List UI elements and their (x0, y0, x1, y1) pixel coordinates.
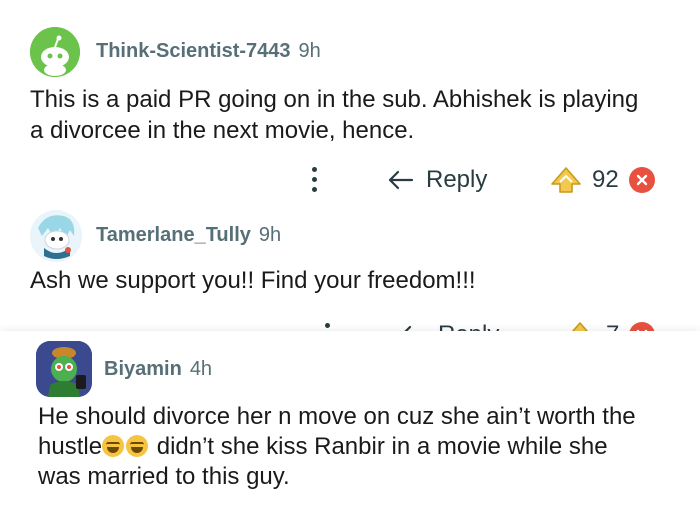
comment-age: 4h (189, 358, 213, 380)
vote-controls: 92 (550, 166, 655, 194)
comment-body-line: He should divorce her n move on cuz she … (38, 403, 636, 430)
reply-arrow-icon (388, 170, 414, 190)
upvote-icon[interactable] (550, 166, 582, 194)
comment-body-line: Ash we support you!! Find your freedom!!… (30, 267, 476, 294)
grinning-sweat-emoji-icon (102, 435, 125, 457)
comment-actions: Reply 92 (0, 160, 700, 200)
reply-label: Reply (438, 321, 499, 331)
upvote-icon[interactable] (564, 321, 596, 331)
snoo-avatar-icon (30, 210, 82, 262)
reply-arrow-icon (404, 325, 412, 331)
comment-body: This is a paid PR going on in the sub. A… (30, 84, 690, 146)
reply-button[interactable]: Reply (386, 166, 487, 194)
vote-score: 7 (606, 321, 619, 331)
downvote-icon[interactable] (629, 322, 656, 331)
comment-body-line: a divorcee in the next movie, hence. (30, 117, 415, 144)
comment-1: Think-Scientist-7443 9h This is a paid P… (0, 0, 700, 200)
vote-score: 92 (592, 166, 619, 193)
comment-author[interactable]: Biyamin (104, 358, 182, 381)
comment-3: Biyamin 4h He should divorce her n move … (0, 331, 700, 514)
vote-controls: 7 (564, 321, 656, 331)
comment-body-line: This is a paid PR going on in the sub. A… (30, 86, 639, 113)
downvote-icon[interactable] (628, 167, 655, 193)
comment-2: Tamerlane_Tully 9h Ash we support you!! … (0, 200, 700, 340)
snoo-avatar-icon (30, 27, 80, 77)
avatar[interactable] (36, 341, 92, 397)
reply-label: Reply (426, 166, 488, 193)
comment-body-fragment: hustle (38, 433, 103, 460)
comment-actions: Reply 7 (0, 317, 700, 331)
comment-age: 9h (258, 224, 282, 246)
avatar[interactable] (30, 27, 80, 77)
comment-body-line: was married to this guy. (38, 463, 290, 490)
grinning-sweat-emoji-icon (126, 435, 149, 457)
comment-author[interactable]: Tamerlane_Tully (96, 224, 251, 247)
more-options-icon[interactable] (309, 167, 319, 192)
comment-body: He should divorce her n move on cuz she … (38, 402, 698, 492)
snoo-avatar-icon (36, 341, 92, 397)
comment-body-fragment: didn’t she kiss Ranbir in a movie while … (150, 433, 608, 460)
comment-body: Ash we support you!! Find your freedom!!… (30, 265, 690, 296)
comment-age: 9h (298, 40, 321, 62)
reply-button[interactable]: Reply (398, 321, 499, 331)
comment-body-line: hustle didn’t she kiss Ranbir in a movie… (38, 432, 698, 462)
comment-author[interactable]: Think-Scientist-7443 (96, 40, 291, 63)
avatar[interactable] (30, 210, 82, 262)
more-options-icon[interactable] (322, 323, 332, 331)
